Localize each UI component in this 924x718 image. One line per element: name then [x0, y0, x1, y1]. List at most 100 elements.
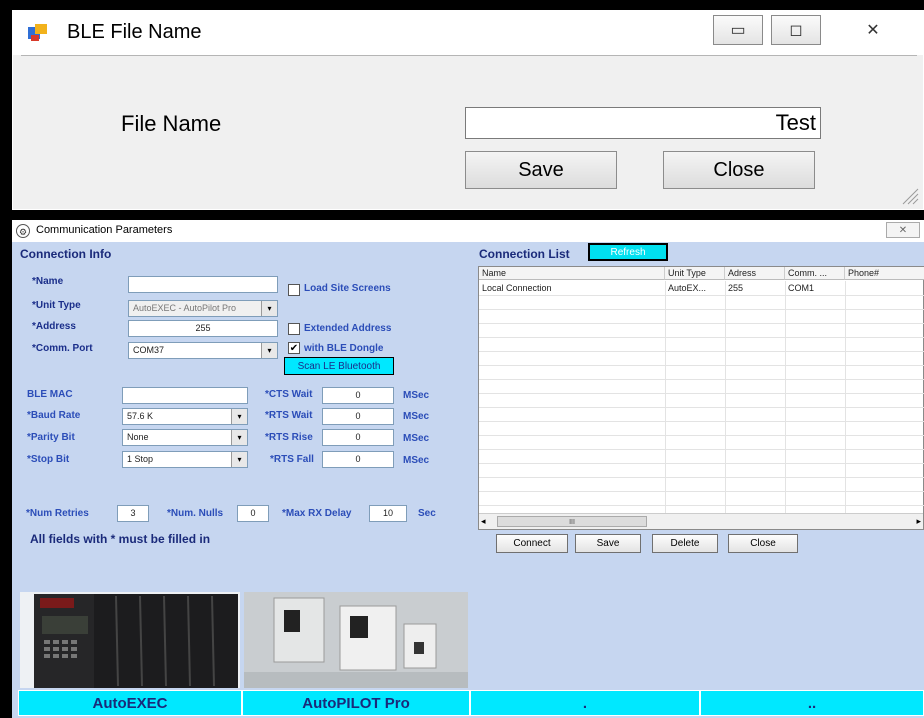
rts-rise-input[interactable]: 0 [322, 429, 394, 446]
autopilot-pro-panels-illustration [244, 592, 468, 688]
column-header-name[interactable]: Name [479, 267, 665, 280]
title-bar[interactable]: BLE File Name ▭ ◻ ✕ [13, 11, 924, 55]
unit-type-label: *Unit Type [32, 300, 81, 311]
close-icon: ✕ [866, 22, 880, 39]
comm-port-select[interactable]: COM37 ▾ [128, 342, 278, 359]
title-bar[interactable]: ⚙ Communication Parameters ✕ [12, 220, 924, 242]
app-icon [28, 24, 47, 41]
communication-parameters-window: ⚙ Communication Parameters ✕ Connection … [12, 220, 924, 718]
with-ble-dongle-checkbox[interactable]: ✔ [288, 342, 300, 354]
comm-port-label: *Comm. Port [32, 343, 93, 354]
extended-address-checkbox[interactable] [288, 323, 300, 335]
comm-port-value: COM37 [133, 345, 165, 355]
grid-line [479, 491, 924, 492]
file-name-input[interactable]: Test [465, 107, 821, 139]
grid-line [479, 295, 924, 296]
num-retries-label: *Num Retries [26, 508, 89, 519]
delete-button[interactable]: Delete [652, 534, 718, 553]
cts-wait-label: *CTS Wait [265, 389, 313, 400]
minimize-icon: ▭ [730, 22, 746, 39]
grid-line [479, 337, 924, 338]
name-label: *Name [32, 276, 64, 287]
rts-fall-input[interactable]: 0 [322, 451, 394, 468]
stop-bit-label: *Stop Bit [27, 454, 70, 465]
required-fields-note: All fields with * must be filled in [30, 532, 211, 546]
grid-line [479, 379, 924, 380]
cell-address: 255 [728, 283, 744, 293]
close-window-button[interactable]: ✕ [833, 15, 913, 45]
product-autopilot-pro-label[interactable]: AutoPILOT Pro [242, 690, 470, 716]
column-header-comm[interactable]: Comm. ... [785, 267, 845, 280]
checkmark-icon: ✔ [289, 343, 299, 354]
ble-file-name-window: BLE File Name ▭ ◻ ✕ File Name Test Save … [12, 10, 924, 210]
chevron-down-icon: ▾ [261, 343, 277, 358]
address-input[interactable]: 255 [128, 320, 278, 337]
table-header: Name Unit Type Adress Comm. ... Phone# [479, 267, 924, 281]
scroll-thumb[interactable]: III [497, 516, 647, 527]
name-input[interactable] [128, 276, 278, 293]
connection-list-heading: Connection List [479, 247, 570, 261]
grid-line [479, 477, 924, 478]
extended-address-label: Extended Address [304, 323, 392, 334]
rts-rise-unit: MSec [403, 433, 430, 444]
horizontal-scrollbar[interactable]: ◂ III ▸ [479, 513, 923, 529]
maximize-button[interactable]: ◻ [771, 15, 821, 45]
grid-line [479, 505, 924, 506]
close-icon[interactable]: ✕ [886, 222, 920, 238]
minimize-button[interactable]: ▭ [713, 15, 763, 45]
autopilot-pro-image[interactable] [244, 592, 468, 688]
grid-line [479, 351, 924, 352]
cts-wait-input[interactable]: 0 [322, 387, 394, 404]
grid-line [845, 281, 846, 513]
scan-le-bluetooth-button[interactable]: Scan LE Bluetooth [284, 357, 394, 375]
table-row[interactable]: Local Connection AutoEX... 255 COM1 [479, 282, 924, 295]
save-button[interactable]: Save [465, 151, 617, 189]
app-icon: ⚙ [16, 224, 30, 238]
rts-wait-label: *RTS Wait [265, 410, 313, 421]
product-autoexec-label[interactable]: AutoEXEC [18, 690, 242, 716]
num-nulls-label: *Num. Nulls [167, 508, 224, 519]
connect-button[interactable]: Connect [496, 534, 568, 553]
num-nulls-input[interactable]: 0 [237, 505, 269, 522]
chevron-down-icon: ▾ [231, 409, 247, 424]
save-button[interactable]: Save [575, 534, 641, 553]
grid-line [725, 281, 726, 513]
autoexec-image[interactable] [20, 592, 240, 688]
max-rx-delay-label: *Max RX Delay [282, 508, 352, 519]
close-button[interactable]: Close [663, 151, 815, 189]
product-slot-4[interactable]: .. [700, 690, 924, 716]
connection-list-table[interactable]: Name Unit Type Adress Comm. ... Phone# L… [478, 266, 924, 530]
rts-fall-unit: MSec [403, 455, 430, 466]
cell-name: Local Connection [482, 283, 552, 293]
column-header-unit-type[interactable]: Unit Type [665, 267, 725, 280]
load-site-screens-checkbox[interactable] [288, 284, 300, 296]
column-header-address[interactable]: Adress [725, 267, 785, 280]
stop-bit-select[interactable]: 1 Stop ▾ [122, 451, 248, 468]
num-retries-input[interactable]: 3 [117, 505, 149, 522]
product-slot-3[interactable]: . [470, 690, 700, 716]
ble-mac-label: BLE MAC [27, 389, 73, 400]
column-header-phone[interactable]: Phone# [845, 267, 924, 280]
grid-line [479, 309, 924, 310]
grid-line [479, 393, 924, 394]
with-ble-dongle-label: with BLE Dongle [304, 343, 384, 354]
scroll-left-icon[interactable]: ◂ [481, 516, 486, 527]
unit-type-select[interactable]: AutoEXEC - AutoPilot Pro ▾ [128, 300, 278, 317]
baud-rate-label: *Baud Rate [27, 410, 81, 421]
baud-rate-select[interactable]: 57.6 K ▾ [122, 408, 248, 425]
ble-mac-input[interactable] [122, 387, 248, 404]
scroll-right-icon[interactable]: ▸ [916, 516, 921, 527]
grid-line [785, 281, 786, 513]
window-title: Communication Parameters [36, 224, 173, 236]
grid-line [479, 463, 924, 464]
max-rx-delay-input[interactable]: 10 [369, 505, 407, 522]
rts-wait-input[interactable]: 0 [322, 408, 394, 425]
parity-bit-value: None [127, 432, 149, 442]
autoexec-controller-illustration [20, 592, 240, 688]
refresh-button[interactable]: Refresh [588, 243, 668, 261]
parity-bit-select[interactable]: None ▾ [122, 429, 248, 446]
resize-grip-icon[interactable] [897, 183, 919, 205]
maximize-icon: ◻ [789, 22, 803, 39]
close-button[interactable]: Close [728, 534, 798, 553]
grid-line [479, 435, 924, 436]
